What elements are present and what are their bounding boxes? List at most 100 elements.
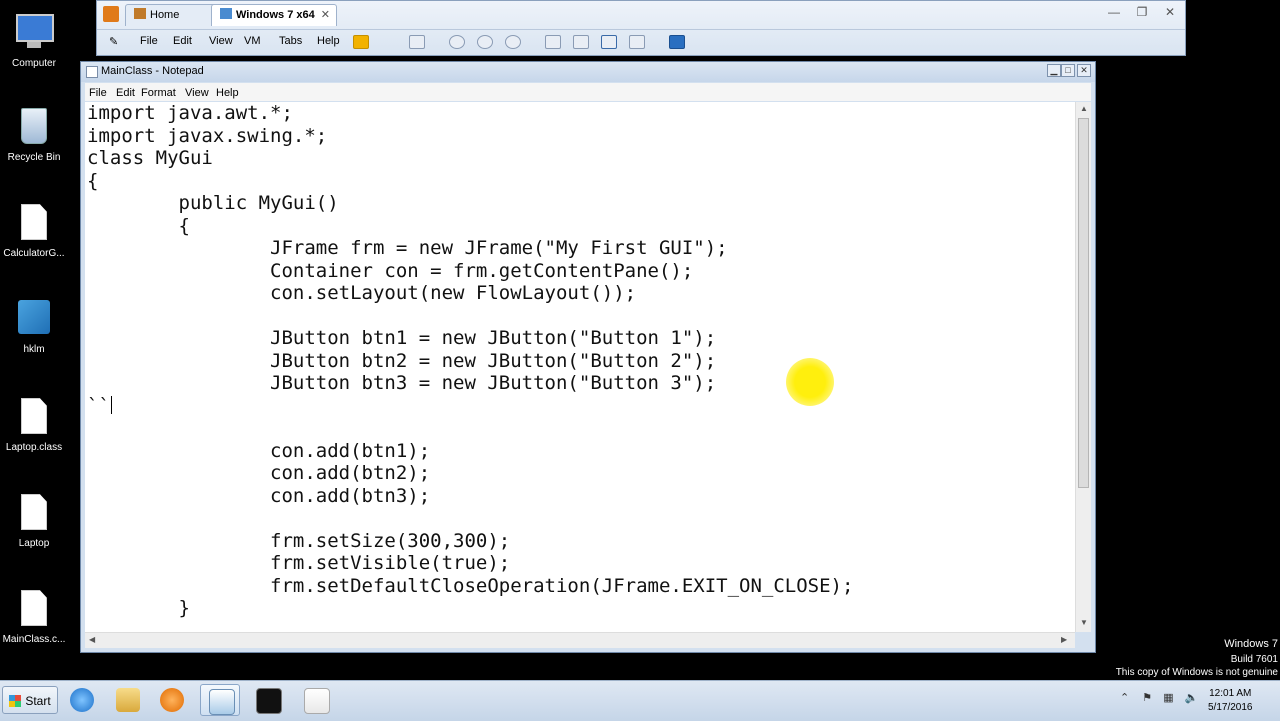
tab-label: Windows 7 x64	[236, 9, 315, 21]
tab-windows7[interactable]: Windows 7 x64 ✕	[211, 4, 337, 26]
vmware-menubar: ✎ File Edit View VM Tabs Help	[97, 29, 1185, 56]
close-button[interactable]: ✕	[1159, 5, 1181, 19]
desktop-icon-mainclass[interactable]: MainClass.c...	[0, 590, 68, 645]
menu-vm[interactable]: VM	[244, 35, 261, 47]
desktop-icon-label: Recycle Bin	[7, 152, 61, 163]
vmware-app-icon[interactable]	[103, 6, 119, 22]
text-cursor	[111, 396, 112, 414]
desktop-icon-laptop[interactable]: Laptop	[0, 494, 68, 549]
pin-icon[interactable]: ✎	[109, 35, 118, 48]
desktop-icon-laptop-class[interactable]: Laptop.class	[0, 398, 68, 453]
maximize-button[interactable]: □	[1061, 64, 1075, 77]
windows-edition-text: Windows 7	[1224, 638, 1278, 650]
pause-icon[interactable]	[353, 35, 369, 49]
taskbar: Start ⌃ ⚑ ▦ 🔈 12:01 AM 5/17/2016	[0, 680, 1280, 721]
start-label: Start	[25, 694, 51, 708]
menu-file[interactable]: File	[140, 35, 158, 47]
command-prompt-icon	[256, 688, 282, 714]
internet-explorer-icon	[70, 688, 94, 712]
menu-format[interactable]: Format	[141, 87, 176, 99]
computer-icon	[16, 14, 54, 54]
revert-snapshot-icon[interactable]	[477, 35, 493, 49]
vertical-scrollbar[interactable]: ▲ ▼	[1075, 102, 1091, 632]
menu-help[interactable]: Help	[216, 87, 239, 99]
home-icon	[134, 8, 146, 19]
menu-help[interactable]: Help	[317, 35, 340, 47]
snapshot-icon[interactable]	[449, 35, 465, 49]
thumbnail-icon[interactable]	[573, 35, 589, 49]
clock-time: 12:01 AM	[1209, 688, 1252, 699]
taskbar-media-player[interactable]	[152, 684, 192, 716]
clock-date: 5/17/2016	[1208, 702, 1253, 713]
notepad-icon	[209, 689, 235, 715]
volume-icon[interactable]: 🔈	[1185, 692, 1199, 704]
scroll-thumb[interactable]	[1078, 118, 1089, 488]
media-player-icon	[160, 688, 184, 712]
windows-build-text: Build 7601	[1230, 654, 1278, 665]
file-icon	[16, 494, 52, 534]
clock[interactable]: 12:01 AM 5/17/2016	[1208, 687, 1253, 715]
menu-view[interactable]: View	[209, 35, 233, 47]
text-editor[interactable]: import java.awt.*; import javax.swing.*;…	[85, 102, 1075, 632]
desktop-icon-label: Computer	[12, 58, 56, 69]
recycle-bin-icon	[16, 108, 52, 148]
start-button[interactable]: Start	[2, 686, 58, 714]
taskbar-explorer[interactable]	[108, 684, 148, 716]
minimize-button[interactable]: —	[1103, 5, 1125, 19]
taskbar-notepad[interactable]	[200, 684, 240, 716]
desktop-icon-label: MainClass.c...	[2, 634, 66, 645]
desktop-icon-calculator[interactable]: CalculatorG...	[0, 204, 68, 259]
windows-logo-icon	[9, 695, 22, 707]
desktop-icon-hklm[interactable]: hklm	[0, 298, 68, 355]
menu-edit[interactable]: Edit	[173, 35, 192, 47]
file-icon	[16, 204, 52, 244]
show-library-icon[interactable]	[545, 35, 561, 49]
genuine-warning-text: This copy of Windows is not genuine	[1115, 667, 1278, 678]
mouse-highlight	[786, 358, 834, 406]
window-title: MainClass - Notepad	[101, 65, 204, 77]
unity-icon[interactable]	[629, 35, 645, 49]
vm-icon	[220, 8, 232, 19]
snapshot-manager-icon[interactable]	[505, 35, 521, 49]
file-icon	[16, 590, 52, 630]
send-keys-icon[interactable]	[409, 35, 425, 49]
close-button[interactable]: ✕	[1077, 64, 1091, 77]
folder-icon	[116, 688, 140, 712]
desktop-icon-computer[interactable]: Computer	[0, 10, 68, 69]
notepad-menubar: File Edit Format View Help	[85, 83, 1091, 101]
scroll-down-icon[interactable]: ▼	[1080, 618, 1088, 627]
taskbar-ie[interactable]	[62, 684, 102, 716]
scroll-up-icon[interactable]: ▲	[1080, 104, 1088, 113]
show-hidden-icons-icon[interactable]: ⌃	[1120, 692, 1129, 704]
desktop-icon-recycle-bin[interactable]: Recycle Bin	[0, 106, 68, 163]
desktop-icon-label: CalculatorG...	[3, 248, 65, 259]
console-view-icon[interactable]	[669, 35, 685, 49]
tab-label: Home	[150, 9, 180, 21]
menu-edit[interactable]: Edit	[116, 87, 135, 99]
minimize-button[interactable]: ▁	[1047, 64, 1061, 77]
java-icon	[304, 688, 330, 714]
fullscreen-icon[interactable]	[601, 35, 617, 49]
maximize-button[interactable]: ❐	[1131, 5, 1153, 19]
vmware-window: Home ✕ Windows 7 x64 ✕ — ❐ ✕ ✎ File Edit…	[96, 0, 1186, 56]
menu-file[interactable]: File	[89, 87, 107, 99]
menu-tabs[interactable]: Tabs	[279, 35, 302, 47]
desktop-icon-label: hklm	[23, 344, 45, 355]
taskbar-cmd[interactable]	[248, 684, 288, 716]
code-text: import java.awt.*; import javax.swing.*;…	[87, 102, 854, 619]
menu-view[interactable]: View	[185, 87, 209, 99]
desktop-icon-label: Laptop	[18, 538, 50, 549]
scroll-left-icon[interactable]: ◀	[89, 635, 95, 644]
desktop-icon-label: Laptop.class	[5, 442, 63, 453]
notepad-icon	[86, 66, 98, 78]
system-tray: ⌃ ⚑ ▦ 🔈	[1120, 691, 1198, 704]
file-icon	[16, 398, 52, 438]
action-center-icon[interactable]: ⚑	[1142, 692, 1152, 704]
notepad-titlebar[interactable]: MainClass - Notepad ▁ □ ✕	[81, 62, 1095, 82]
network-icon[interactable]: ▦	[1163, 692, 1173, 704]
scroll-right-icon[interactable]: ▶	[1061, 635, 1067, 644]
close-icon[interactable]: ✕	[321, 5, 330, 25]
registry-icon	[16, 300, 52, 340]
taskbar-java[interactable]	[296, 684, 336, 716]
horizontal-scrollbar[interactable]: ◀ ▶	[85, 632, 1075, 648]
